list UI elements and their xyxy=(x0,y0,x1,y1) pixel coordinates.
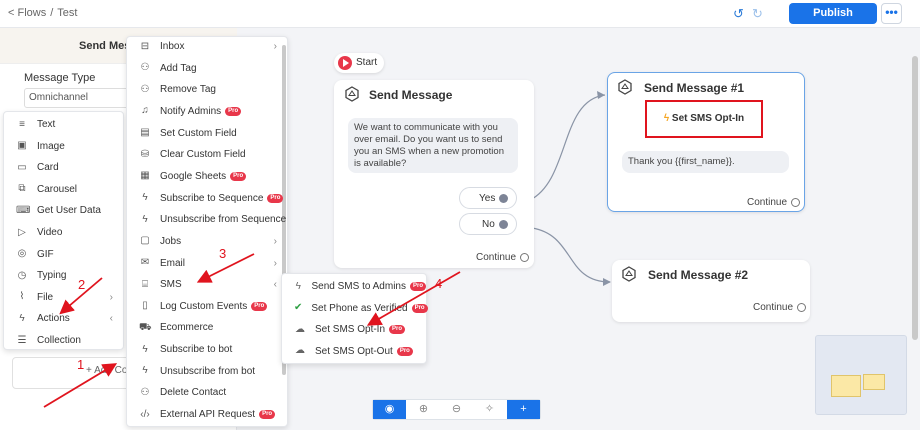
annotation-3: 3 xyxy=(219,246,227,261)
annotation-1: 1 xyxy=(77,357,85,372)
annotation-4: 4 xyxy=(435,276,443,291)
annotation-arrows xyxy=(43,253,461,408)
annotation-2: 2 xyxy=(78,277,86,292)
